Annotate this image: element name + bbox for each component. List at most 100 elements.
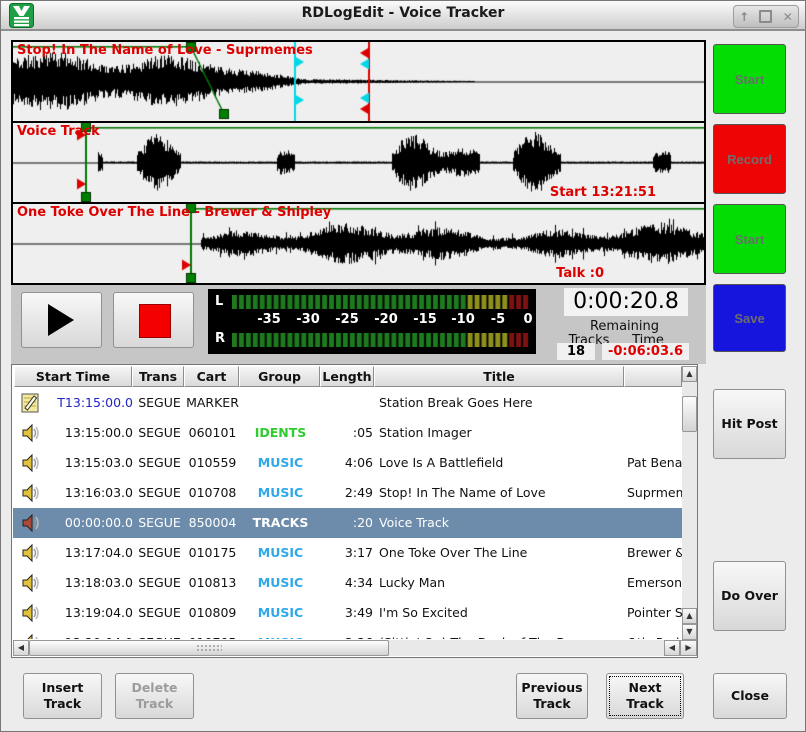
speaker-icon [21,483,43,506]
save-button[interactable]: Save [713,284,786,352]
speaker-icon [21,573,43,596]
column-header-group[interactable]: Group [239,366,320,387]
previous-track-button[interactable]: Previous Track [516,673,588,719]
log-event-table: Start TimeTransCartGroupLengthTitle T13:… [11,364,698,658]
track-title: Stop! In The Name of Love - Suprmemes [17,43,313,58]
cell-length: 2:49 [321,485,373,500]
track-pane-previous-cart[interactable]: Stop! In The Name of Love - Suprmemes [13,42,704,121]
speaker-icon [21,513,43,536]
cell-title: Lucky Man [379,575,625,590]
column-header-start-time[interactable]: Start Time [14,366,132,387]
track-title: One Toke Over The Line - Brewer & Shiple… [17,205,331,220]
cell-start-time: 13:18:03.0 [49,575,133,590]
log-entry-row[interactable]: 13:20:04.0SEGUE010705MUSIC3:36(Sittin' O… [13,628,683,639]
cell-cart: 010559 [185,455,240,470]
cell-title: (Sittin' On) The Dock of The Bay [379,635,625,639]
meter-scale-label: -35 [257,312,281,327]
column-header-length[interactable]: Length [320,366,374,387]
log-entry-row[interactable]: 13:17:04.0SEGUE010175MUSIC3:17One Toke O… [13,538,683,568]
cell-artist: Otis Redding [627,635,683,639]
cell-length: 4:34 [321,575,373,590]
record-button[interactable]: Record [713,124,786,194]
scroll-up-button-2[interactable]: ▲ [682,608,697,624]
horizontal-scrollbar[interactable]: ◀ ◀ ▶ [13,640,697,656]
cell-trans: SEGUE [134,635,185,639]
start-previous-button[interactable]: Start [713,44,786,114]
next-track-button[interactable]: Next Track [606,673,684,719]
horizontal-scroll-thumb[interactable] [29,640,389,656]
remaining-label: Remaining [547,319,702,334]
delete-track-button[interactable]: Delete Track [115,673,194,719]
cell-trans: SEGUE [134,455,185,470]
log-entry-row[interactable]: 13:19:04.0SEGUE010809MUSIC3:49I'm So Exc… [13,598,683,628]
column-header-trans[interactable]: Trans [132,366,184,387]
cell-start-time: T13:15:00.0 [49,395,133,410]
hit-post-button[interactable]: Hit Post [713,389,786,459]
cell-cart: 060101 [185,425,240,440]
scroll-left-button[interactable]: ◀ [13,640,29,656]
meter-left-label: L [215,294,223,309]
meter-scale-label: -10 [451,312,475,327]
column-header-title[interactable]: Title [374,366,624,387]
time-remaining-value: -0:06:03.6 [602,343,689,360]
cell-cart: MARKER [185,395,240,410]
cell-trans: SEGUE [134,485,185,500]
cell-group: TRACKS [240,515,321,530]
transport-strip: L R -35-30-25-20-15-10-50 0:00:20.8 Rema… [11,285,706,364]
close-button[interactable]: Close [713,673,787,719]
cell-trans: SEGUE [134,515,185,530]
log-entry-row[interactable]: 13:15:03.0SEGUE010559MUSIC4:06Love Is A … [13,448,683,478]
log-entry-row[interactable]: 13:15:00.0SEGUE060101IDENTS:05Station Im… [13,418,683,448]
scroll-down-button[interactable]: ▼ [682,624,697,640]
meter-bar-right [232,333,530,347]
log-entry-row[interactable]: T13:15:00.0SEGUEMARKERStation Break Goes… [13,388,683,418]
cell-title: Station Break Goes Here [379,395,625,410]
scroll-left-button-2[interactable]: ◀ [664,640,680,656]
do-over-button[interactable]: Do Over [713,561,786,631]
cell-cart: 010705 [185,635,240,639]
track-pane-voice-track[interactable]: Voice Track Start 13:21:51 [13,123,704,202]
voice-tracker-window: RDLogEdit - Voice Tracker ↑ ✕ Stop! In T… [0,0,806,732]
column-header-extra[interactable] [624,366,682,387]
talk-time-overlay: Talk :0 [556,266,604,281]
scroll-right-button[interactable]: ▶ [680,640,697,656]
cell-cart: 010809 [185,605,240,620]
cell-title: Love Is A Battlefield [379,455,625,470]
insert-track-button[interactable]: Insert Track [23,673,102,719]
window-controls: ↑ ✕ [733,5,799,28]
start-next-button[interactable]: Start [713,204,786,274]
meter-bar-left [232,295,530,309]
cell-artist: Pointer Sisters [627,605,683,620]
cell-artist: Suprmemes [627,485,683,500]
track-pane-next-cart[interactable]: One Toke Over The Line - Brewer & Shiple… [13,204,704,283]
speaker-icon [21,543,43,566]
vertical-scroll-thumb[interactable] [682,396,697,432]
column-header-cart[interactable]: Cart [184,366,239,387]
maximize-button[interactable] [759,10,772,23]
meter-scale-label: 0 [523,312,532,327]
play-button[interactable] [21,292,102,348]
cell-group: IDENTS [240,425,321,440]
cell-artist: Brewer & Shipley [627,545,683,560]
cell-trans: SEGUE [134,575,185,590]
title-bar[interactable]: RDLogEdit - Voice Tracker ↑ ✕ [1,1,805,31]
log-entry-row[interactable]: 13:16:03.0SEGUE010708MUSIC2:49Stop! In T… [13,478,683,508]
close-window-button[interactable]: ✕ [783,11,793,23]
log-entry-row[interactable]: 13:18:03.0SEGUE010813MUSIC4:34Lucky ManE… [13,568,683,598]
vertical-scrollbar[interactable]: ▲ ▲ ▼ [682,366,697,640]
cell-start-time: 13:17:04.0 [49,545,133,560]
shade-window-button[interactable]: ↑ [739,11,749,23]
cell-start-time: 13:15:00.0 [49,425,133,440]
meter-right-label: R [215,331,225,346]
speaker-icon [21,633,43,639]
cell-trans: SEGUE [134,425,185,440]
log-entry-row[interactable]: 00:00:00.0SEGUE850004TRACKS:20Voice Trac… [13,508,683,538]
cell-trans: SEGUE [134,605,185,620]
cell-cart: 010813 [185,575,240,590]
scroll-up-button[interactable]: ▲ [682,366,697,382]
play-icon [48,304,74,336]
cell-cart: 010708 [185,485,240,500]
cell-cart: 850004 [185,515,240,530]
stop-button[interactable] [113,292,194,348]
cell-length: 3:49 [321,605,373,620]
